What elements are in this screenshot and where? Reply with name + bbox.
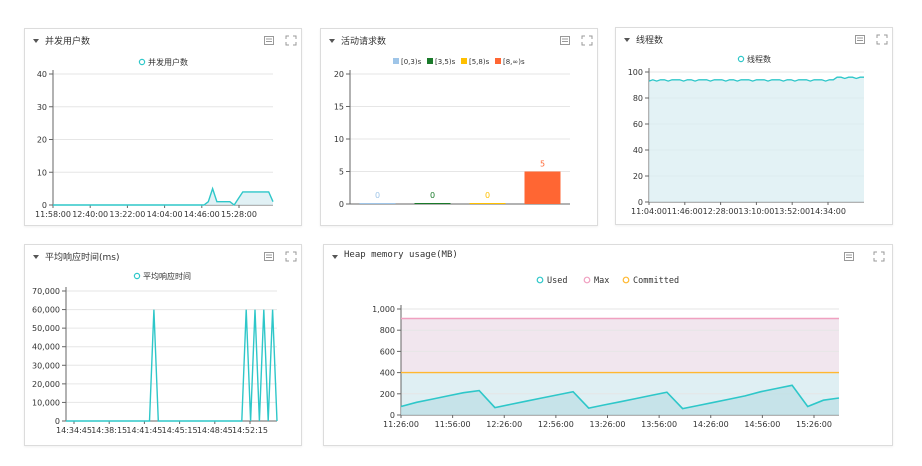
x-tick-label: 12:28:00 xyxy=(703,207,739,216)
y-tick-label: 40 xyxy=(633,146,643,155)
panel-concurrent-users: 并发用户数 0 10 20 30 40 11:58:00 12:40:00 13:22:00 1… xyxy=(24,28,302,226)
y-tick-label: 60,000 xyxy=(32,306,60,315)
legend-label: [8,∞)s xyxy=(503,58,525,66)
bar-value-label: 0 xyxy=(430,191,435,200)
x-tick-label: 14:56:00 xyxy=(744,420,780,429)
legend-label: Max xyxy=(594,276,609,286)
y-tick-label: 800 xyxy=(380,326,395,335)
x-tick-label: 14:52:15 xyxy=(232,426,268,435)
x-tick-label: 11:56:00 xyxy=(435,420,471,429)
y-tick-label: 60 xyxy=(633,120,643,129)
y-tick-label: 20 xyxy=(37,136,47,145)
y-tick-label: 30 xyxy=(37,103,47,112)
x-tick-label: 14:34:45 xyxy=(56,426,92,435)
y-tick-label: 5 xyxy=(339,168,344,177)
y-tick-label: 15 xyxy=(334,103,344,112)
x-tick-label: 14:26:00 xyxy=(693,420,729,429)
panel-active-requests: 活动请求数 0 5 10 15 20 0 0 0 5 [0,3)s [3,5)s [5,8)s [8,∞… xyxy=(320,28,598,226)
bar-value-label: 5 xyxy=(540,160,545,169)
y-tick-label: 30,000 xyxy=(32,361,60,370)
x-tick-label: 12:40:00 xyxy=(72,210,108,219)
y-tick-label: 20 xyxy=(334,70,344,79)
x-tick-label: 14:46:00 xyxy=(184,210,220,219)
y-tick-label: 20,000 xyxy=(32,380,60,389)
x-tick-label: 12:26:00 xyxy=(486,420,522,429)
y-tick-label: 1,000 xyxy=(372,305,395,314)
bar xyxy=(359,203,396,204)
legend-swatch xyxy=(393,58,399,64)
legend-marker xyxy=(536,276,544,284)
panel-heap-memory: Heap memory usage(MB) 0 200 400 600 800 1,000… xyxy=(323,244,893,446)
chart-heap-memory: 0 200 400 600 800 1,000 11:26:00 11:56:00 12:26:… xyxy=(372,276,840,429)
chart-concurrent-users: 0 10 20 30 40 11:58:00 12:40:00 13:22:00 14:04:0… xyxy=(35,57,274,219)
x-tick-label: 14:38:15 xyxy=(91,426,127,435)
y-tick-label: 0 xyxy=(42,201,47,210)
legend-item-label: 线程数 xyxy=(747,54,771,64)
x-tick-label: 13:10:00 xyxy=(738,207,774,216)
y-tick-label: 0 xyxy=(339,200,344,209)
panel-avg-response: 平均响应时间(ms) 0 10,000 20,000 30,000 40,000 50,0… xyxy=(24,244,302,446)
legend-item-marker xyxy=(138,58,146,66)
x-tick-label: 11:46:00 xyxy=(667,207,703,216)
x-tick-label: 11:26:00 xyxy=(383,420,419,429)
bar-value-label: 0 xyxy=(485,191,490,200)
y-tick-label: 10 xyxy=(334,135,344,144)
legend-swatch xyxy=(461,58,467,64)
area-fill xyxy=(649,77,864,202)
panel-threads: 线程数 0 20 40 60 80 100 11:04:00 11:46:00 12:28:00… xyxy=(615,27,893,225)
x-tick-label: 13:52:00 xyxy=(774,207,810,216)
y-tick-label: 100 xyxy=(628,68,643,77)
y-tick-label: 200 xyxy=(380,390,395,399)
legend-item-marker xyxy=(133,272,141,280)
y-tick-label: 10,000 xyxy=(32,398,60,407)
y-tick-label: 40 xyxy=(37,70,47,79)
y-tick-label: 600 xyxy=(380,347,395,356)
legend-item-label: 平均响应时间 xyxy=(143,271,191,281)
chart-active-requests: 0 5 10 15 20 0 0 0 5 [0,3)s [3,5)s [5,8)s [8,∞)s xyxy=(334,58,570,209)
legend-item-label: 并发用户数 xyxy=(148,57,188,67)
x-tick-label: 14:41:45 xyxy=(126,426,162,435)
legend-label: [3,5)s xyxy=(435,58,456,66)
legend-swatch xyxy=(427,58,433,64)
legend-label: Committed xyxy=(633,276,679,286)
y-tick-label: 50,000 xyxy=(32,324,60,333)
legend-item-marker xyxy=(737,55,745,63)
y-tick-label: 0 xyxy=(390,411,395,420)
chart-avg-response: 0 10,000 20,000 30,000 40,000 50,000 60,000 70,… xyxy=(32,271,278,435)
x-tick-label: 11:04:00 xyxy=(631,207,667,216)
x-tick-label: 15:26:00 xyxy=(796,420,832,429)
y-tick-label: 70,000 xyxy=(32,287,60,296)
y-tick-label: 0 xyxy=(638,198,643,207)
legend-label: Used xyxy=(547,276,567,286)
legend-label: [5,8)s xyxy=(469,58,490,66)
y-tick-label: 400 xyxy=(380,369,395,378)
x-tick-label: 13:56:00 xyxy=(641,420,677,429)
y-tick-label: 80 xyxy=(633,94,643,103)
x-tick-label: 13:26:00 xyxy=(590,420,626,429)
bar xyxy=(524,171,561,204)
legend-label: [0,3)s xyxy=(401,58,422,66)
bar xyxy=(414,203,451,204)
x-tick-label: 14:48:45 xyxy=(197,426,233,435)
x-tick-label: 15:28:00 xyxy=(221,210,257,219)
y-tick-label: 10 xyxy=(37,168,47,177)
bar xyxy=(469,203,506,204)
legend-swatch xyxy=(495,58,501,64)
x-tick-label: 12:56:00 xyxy=(538,420,574,429)
chart-threads: 0 20 40 60 80 100 11:04:00 11:46:00 12:28:00 13:1… xyxy=(628,54,864,216)
y-tick-label: 20 xyxy=(633,172,643,181)
x-tick-label: 14:04:00 xyxy=(147,210,183,219)
max-band xyxy=(401,318,839,373)
x-tick-label: 11:58:00 xyxy=(35,210,71,219)
x-tick-label: 14:45:15 xyxy=(162,426,198,435)
y-tick-label: 0 xyxy=(55,417,60,426)
legend-marker xyxy=(622,276,630,284)
x-tick-label: 14:34:00 xyxy=(810,207,846,216)
x-tick-label: 13:22:00 xyxy=(109,210,145,219)
legend-marker xyxy=(583,276,591,284)
bar-value-label: 0 xyxy=(375,191,380,200)
y-tick-label: 40,000 xyxy=(32,343,60,352)
